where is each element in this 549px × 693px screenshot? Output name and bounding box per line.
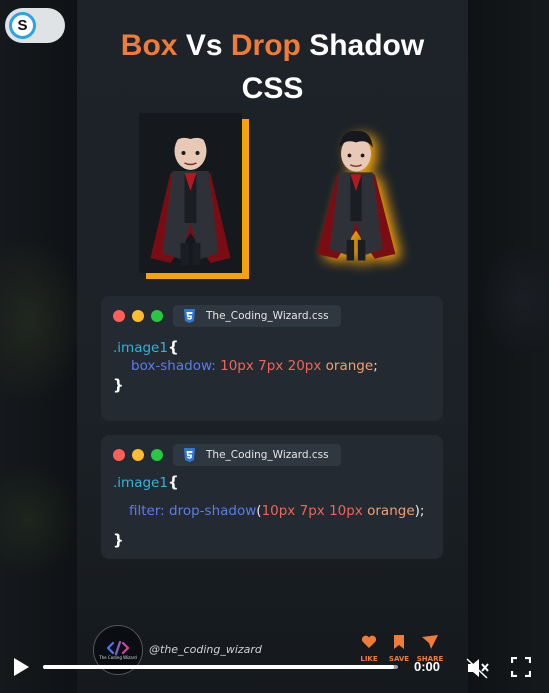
play-icon[interactable] (11, 657, 31, 677)
title-word-shadow: Shadow (309, 29, 425, 62)
css-function: drop-shadow (169, 503, 257, 519)
open-brace: { (167, 338, 179, 356)
red-dot-icon (113, 449, 125, 461)
code-line-close: } (113, 376, 124, 394)
send-icon (422, 635, 438, 649)
yellow-dot-icon (132, 449, 144, 461)
filename: The_Coding_Wizard.css (206, 310, 329, 322)
value-color: orange (367, 503, 415, 519)
value-1: 10px (220, 358, 254, 374)
code-line-selector: .image1{ (113, 473, 179, 491)
title-word-vs: Vs (185, 29, 223, 62)
file-tab: The_Coding_Wizard.css (173, 305, 341, 327)
close-brace: } (113, 531, 124, 549)
css-selector: .image1 (113, 340, 168, 356)
semicolon: ; (373, 358, 378, 374)
window-dots (113, 449, 163, 461)
time-display: 0:00 (414, 659, 441, 674)
filename: The_Coding_Wizard.css (206, 449, 329, 461)
progress-fill (43, 665, 395, 669)
css3-icon (184, 448, 195, 462)
video-title-line2: CSS (241, 72, 304, 105)
s-toggle-knob: S (9, 12, 36, 39)
code-line-property: filter: drop-shadow(10px 7px 10px orange… (129, 503, 424, 519)
file-tab: The_Coding_Wizard.css (173, 444, 341, 466)
value-color: orange (325, 358, 374, 374)
paren-close: ); (414, 503, 425, 519)
code-card-drop-shadow: The_Coding_Wizard.css .image1{ filter: d… (101, 435, 443, 559)
value-1: 10px (261, 503, 296, 519)
video-controls: 0:00 (0, 650, 549, 693)
vampire-illustration (150, 126, 231, 265)
progress-bar[interactable] (43, 665, 398, 669)
value-2: 7px (258, 358, 284, 374)
fullscreen-icon[interactable] (511, 657, 531, 677)
title-word-box: Box (120, 29, 178, 62)
code-line-close: } (113, 531, 124, 549)
yellow-dot-icon (132, 310, 144, 322)
box-shadow-image (139, 113, 242, 273)
title-word-drop: Drop (230, 29, 301, 62)
code-line-property: box-shadow: 10px 7px 20px orange; (131, 358, 378, 374)
open-brace: { (167, 473, 179, 491)
css-selector: .image1 (113, 475, 168, 491)
close-brace: } (113, 376, 124, 394)
red-dot-icon (113, 310, 125, 322)
green-dot-icon (151, 449, 163, 461)
green-dot-icon (151, 310, 163, 322)
code-card-box-shadow: The_Coding_Wizard.css .image1{ box-shado… (101, 296, 443, 421)
muted-speaker-icon[interactable] (466, 657, 490, 679)
s-toggle[interactable]: S (5, 8, 65, 43)
video-title-line1: Box Vs Drop Shadow (77, 25, 468, 67)
value-3: 20px (287, 358, 322, 374)
drop-shadow-image (308, 118, 404, 268)
css-property: box-shadow: (131, 358, 216, 374)
code-line-selector: .image1{ (113, 338, 179, 356)
bookmark-icon (394, 635, 404, 649)
heart-icon (361, 635, 377, 648)
vampire-illustration-glow (316, 130, 396, 261)
window-dots (113, 310, 163, 322)
value-3: 10px (329, 503, 363, 519)
css3-icon (184, 309, 195, 323)
css-property: filter: (129, 503, 165, 519)
value-2: 7px (299, 503, 325, 519)
